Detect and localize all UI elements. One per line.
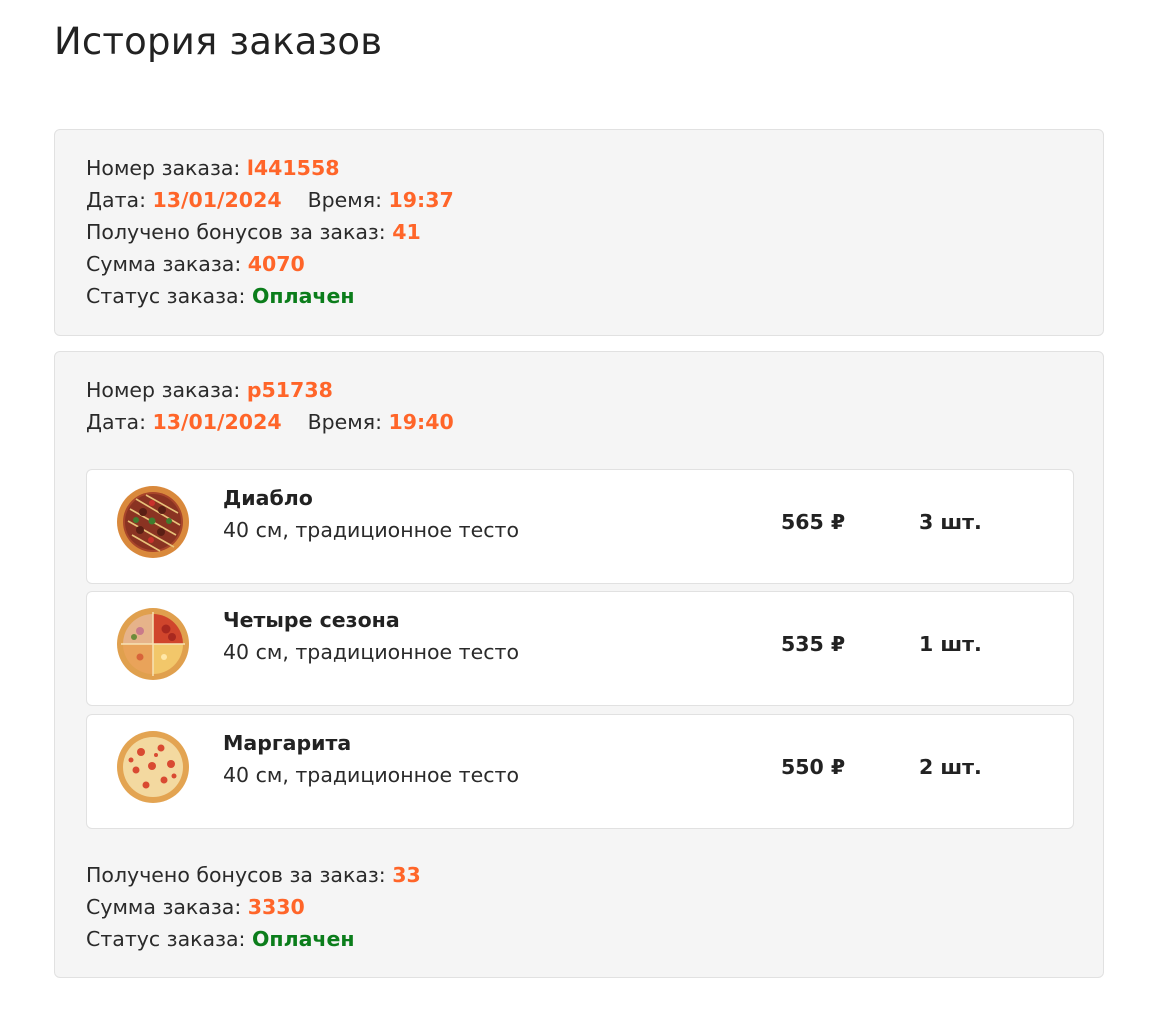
order-date-value: 13/01/2024: [152, 188, 282, 212]
order-bonuses-value: 33: [392, 863, 421, 887]
item-name: Маргарита: [223, 731, 352, 755]
order-date-label: Дата:: [86, 188, 153, 212]
order-item[interactable]: Маргарита 40 см, традиционное тесто 550 …: [86, 714, 1074, 829]
order-card: Номер заказа: l441558 Дата: 13/01/2024 Вр…: [54, 129, 1104, 336]
order-number-label: Номер заказа:: [86, 378, 247, 402]
order-date-value: 13/01/2024: [152, 410, 282, 434]
item-description: 40 см, традиционное тесто: [223, 763, 519, 787]
order-item[interactable]: Диабло 40 см, традиционное тесто 565 ₽ 3…: [86, 469, 1074, 584]
item-description: 40 см, традиционное тесто: [223, 518, 519, 542]
order-status-value: Оплачен: [251, 284, 355, 308]
order-status-label: Статус заказа:: [86, 284, 252, 308]
order-datetime-line: Дата: 13/01/2024 Время: 19:37: [86, 186, 454, 214]
order-sum-line: Сумма заказа: 3330: [86, 893, 305, 921]
order-time-value: 19:40: [388, 410, 454, 434]
order-history-page: История заказов Номер заказа: l441558 Да…: [0, 0, 1171, 1029]
order-time-label: Время:: [307, 410, 389, 434]
page-title: История заказов: [54, 20, 383, 63]
order-sum-line: Сумма заказа: 4070: [86, 250, 305, 278]
order-sum-label: Сумма заказа:: [86, 895, 248, 919]
order-number-label: Номер заказа:: [86, 156, 247, 180]
item-price: 565 ₽: [781, 510, 846, 534]
order-date-label: Дата:: [86, 410, 153, 434]
item-price: 535 ₽: [781, 632, 846, 656]
order-number-value: l441558: [246, 156, 340, 180]
order-sum-value: 4070: [247, 252, 305, 276]
order-bonuses-value: 41: [392, 220, 421, 244]
item-quantity: 1 шт.: [919, 632, 982, 656]
order-status-label: Статус заказа:: [86, 927, 252, 951]
order-sum-label: Сумма заказа:: [86, 252, 248, 276]
pizza-four-seasons-image: [117, 608, 189, 680]
order-status-line: Статус заказа: Оплачен: [86, 282, 355, 310]
order-bonuses-label: Получено бонусов за заказ:: [86, 863, 393, 887]
pizza-margherita-image: [117, 731, 189, 803]
item-quantity: 3 шт.: [919, 510, 982, 534]
order-status-value: Оплачен: [251, 927, 355, 951]
item-name: Четыре сезона: [223, 608, 400, 632]
order-status-line: Статус заказа: Оплачен: [86, 925, 355, 953]
order-number-line: Номер заказа: p51738: [86, 376, 333, 404]
item-price: 550 ₽: [781, 755, 846, 779]
order-datetime-line: Дата: 13/01/2024 Время: 19:40: [86, 408, 454, 436]
item-name: Диабло: [223, 486, 313, 510]
order-bonuses-label: Получено бонусов за заказ:: [86, 220, 393, 244]
order-item[interactable]: Четыре сезона 40 см, традиционное тесто …: [86, 591, 1074, 706]
order-sum-value: 3330: [247, 895, 305, 919]
item-description: 40 см, традиционное тесто: [223, 640, 519, 664]
order-time-value: 19:37: [388, 188, 454, 212]
pizza-diablo-image: [117, 486, 189, 558]
order-bonuses-line: Получено бонусов за заказ: 41: [86, 218, 421, 246]
order-time-label: Время:: [307, 188, 389, 212]
order-number-value: p51738: [246, 378, 333, 402]
order-card: Номер заказа: p51738 Дата: 13/01/2024 Вре…: [54, 351, 1104, 978]
item-quantity: 2 шт.: [919, 755, 982, 779]
order-number-line: Номер заказа: l441558: [86, 154, 339, 182]
order-bonuses-line: Получено бонусов за заказ: 33: [86, 861, 421, 889]
